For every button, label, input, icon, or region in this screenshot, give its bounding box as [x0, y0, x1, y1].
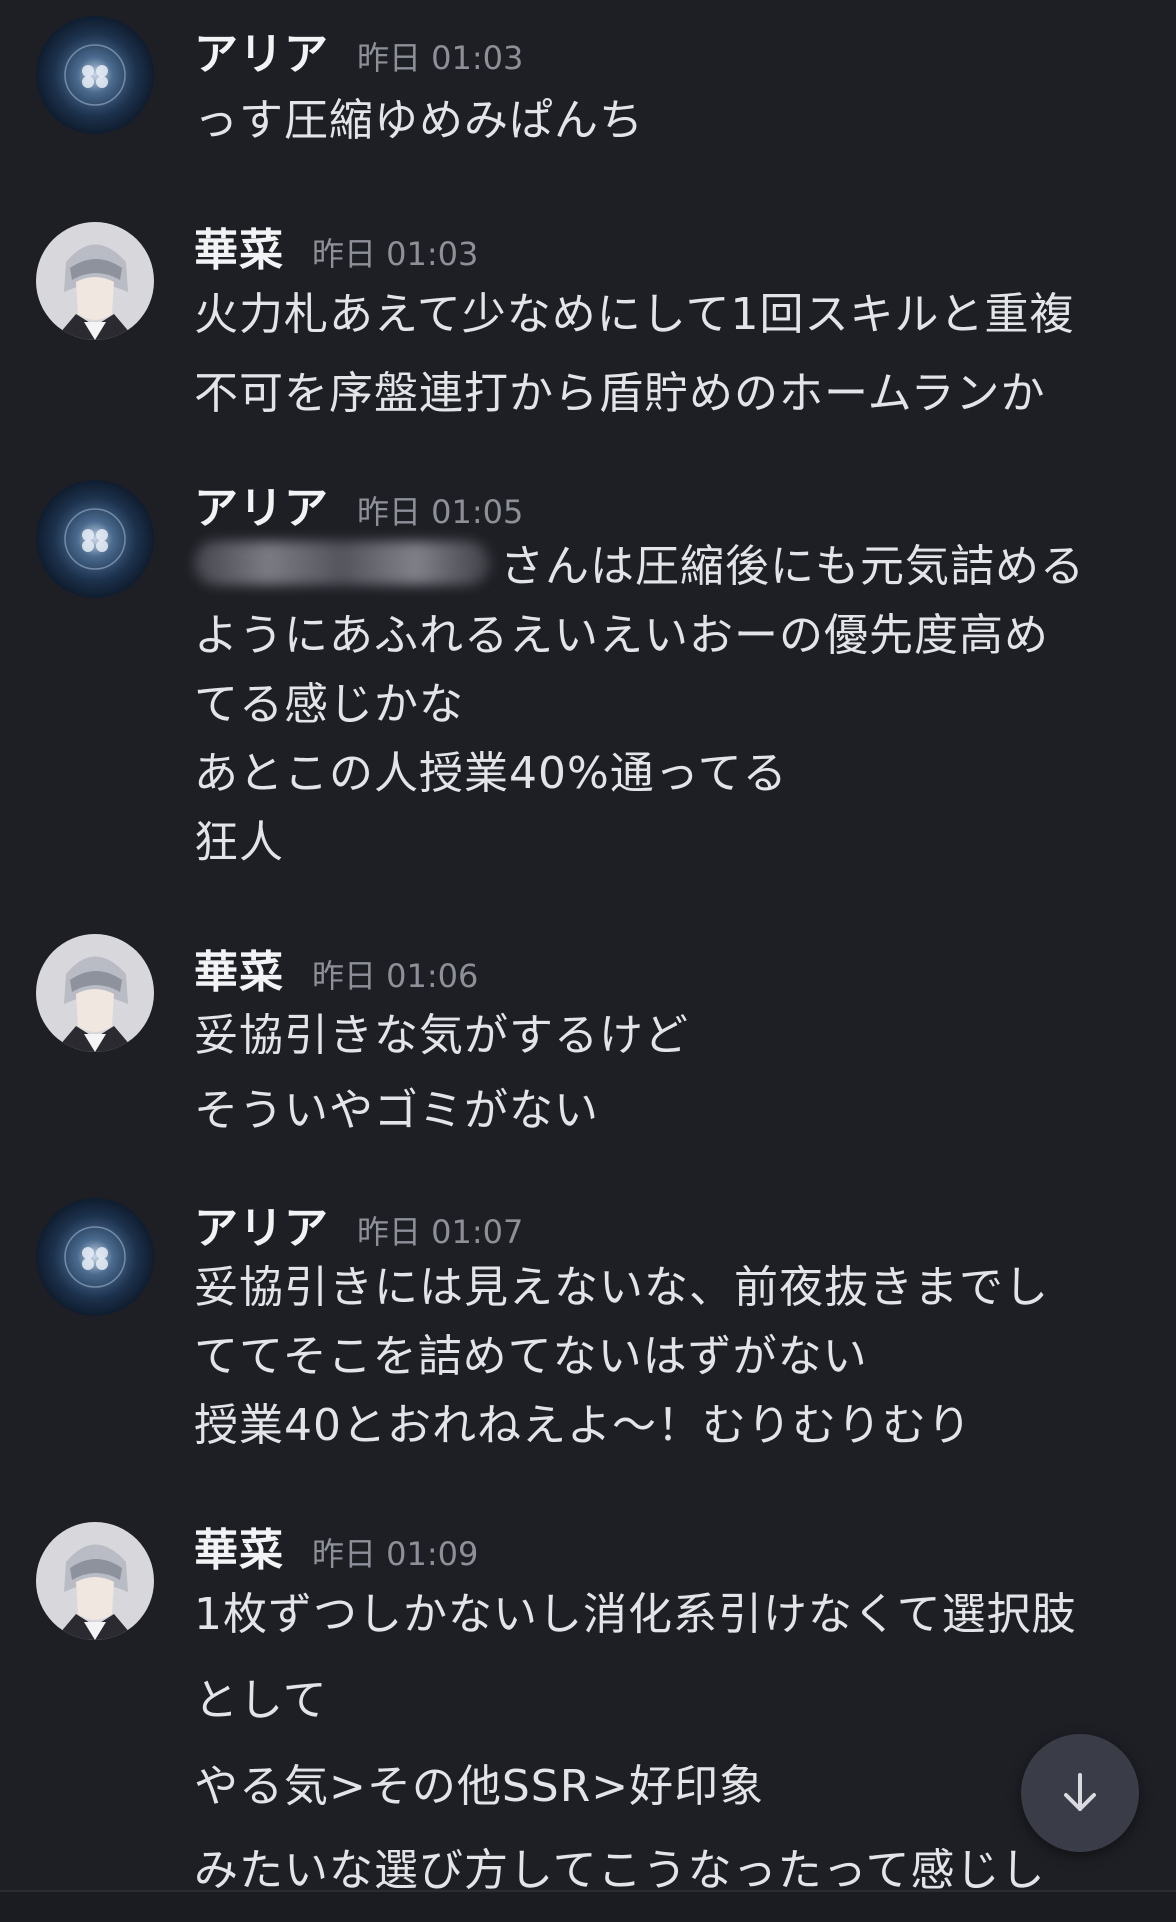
message-line: あとこの人授業40%通ってる: [194, 748, 788, 799]
timestamp: 昨日 01:03: [312, 235, 479, 273]
message-line: 不可を序盤連打から盾貯めのホームランか: [194, 368, 1046, 419]
timestamp: 昨日 01:07: [357, 1213, 524, 1251]
anime-character-avatar[interactable]: [36, 1522, 154, 1640]
scroll-to-bottom-button[interactable]: [1021, 1734, 1139, 1852]
author-name[interactable]: アリア: [194, 18, 329, 82]
message-line: そういやゴミがない: [194, 1085, 599, 1136]
jellyfish-avatar[interactable]: [36, 1198, 154, 1316]
message-line: っす圧縮ゆめみぱんち: [194, 95, 644, 146]
message-line-text: さんは圧縮後にも元気詰める: [500, 541, 1085, 592]
message-line: 1枚ずつしかないし消化系引けなくて選択肢: [194, 1589, 1077, 1640]
anime-character-avatar[interactable]: [36, 222, 154, 340]
anime-character-avatar[interactable]: [36, 934, 154, 1052]
jellyfish-avatar[interactable]: [36, 16, 154, 134]
timestamp: 昨日 01:03: [357, 39, 524, 77]
message-input-area[interactable]: [0, 1890, 1176, 1922]
message-line: てる感じかな: [194, 679, 464, 730]
timestamp: 昨日 01:09: [312, 1535, 479, 1573]
message-line: として: [194, 1675, 328, 1726]
author-name[interactable]: アリア: [194, 472, 329, 536]
message-line: やる気>その他SSR>好印象: [194, 1761, 765, 1812]
author-name[interactable]: 華菜: [194, 936, 284, 1000]
message-line: 火力札あえて少なめにして1回スキルと重複: [194, 289, 1075, 340]
message-line: 狂人: [194, 817, 284, 868]
redacted-name: [194, 541, 490, 585]
message-line: ようにあふれるえいえいおーの優先度高め: [194, 610, 1049, 661]
message-line: さんは圧縮後にも元気詰める: [194, 530, 1085, 594]
message-line: 妥協引きには見えないな、前夜抜きまでし: [194, 1262, 1049, 1313]
message-line: 授業40とおれねえよ～！むりむりむり: [194, 1400, 972, 1451]
author-name[interactable]: 華菜: [194, 214, 284, 278]
author-name[interactable]: アリア: [194, 1192, 329, 1256]
author-name[interactable]: 華菜: [194, 1514, 284, 1578]
message-line: みたいな選び方してこうなったって感じし: [194, 1845, 1046, 1896]
timestamp: 昨日 01:05: [357, 493, 524, 531]
jellyfish-avatar[interactable]: [36, 480, 154, 598]
message-line: ててそこを詰めてないはずがない: [194, 1331, 868, 1382]
message-line: 妥協引きな気がするけど: [194, 1010, 689, 1061]
arrow-down-icon: [1064, 1773, 1096, 1811]
timestamp: 昨日 01:06: [312, 957, 479, 995]
